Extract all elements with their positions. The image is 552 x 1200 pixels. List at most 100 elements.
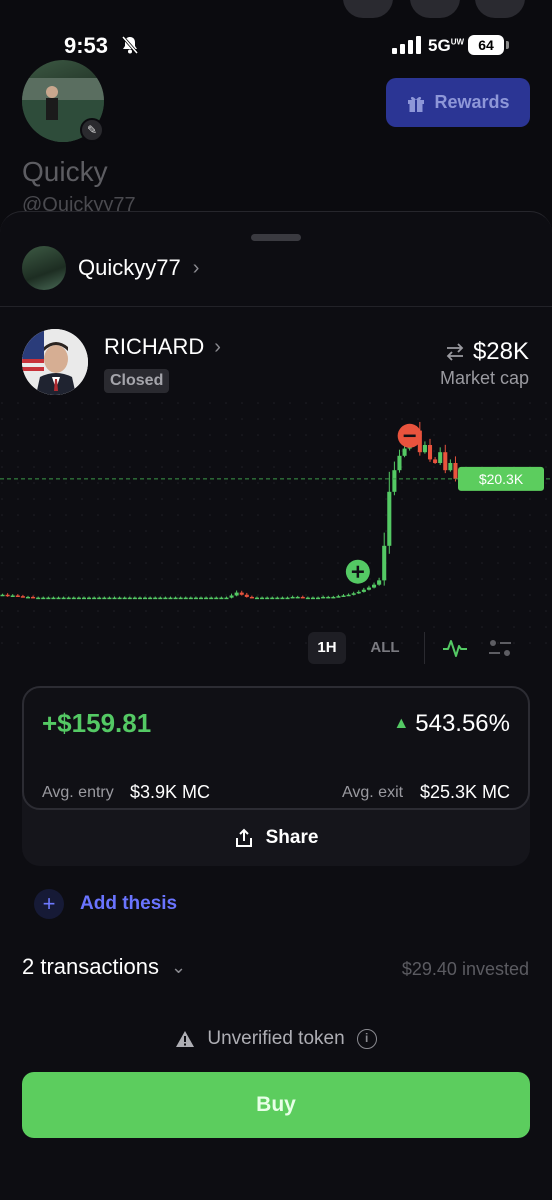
chevron-down-icon: ⌄	[170, 956, 187, 977]
rewards-button[interactable]: Rewards	[386, 78, 530, 127]
candle	[387, 491, 392, 546]
candle	[290, 596, 295, 599]
candle	[71, 597, 76, 600]
candle	[178, 597, 183, 600]
token-name: RICHARD	[104, 334, 205, 359]
candle	[356, 591, 361, 594]
candle	[422, 445, 427, 453]
buy-label: Buy	[256, 1093, 296, 1116]
edit-pencil-icon[interactable]: ✎	[80, 118, 104, 142]
position-sheet: Quickyy77 › RICHARD › Closed $28K Market…	[0, 211, 552, 1200]
candle	[56, 597, 61, 600]
share-button[interactable]: Share	[22, 816, 530, 860]
candle	[25, 596, 31, 599]
timeframe-bar: 1H ALL	[0, 632, 552, 672]
candle	[102, 597, 107, 600]
info-icon[interactable]: i	[356, 1029, 377, 1049]
candle	[305, 597, 310, 600]
candle	[163, 597, 168, 600]
candle	[285, 597, 290, 600]
add-thesis-button[interactable]: + Add thesis	[34, 889, 177, 919]
pnl-percent-row: ▲ 543.56%	[393, 710, 510, 738]
candle	[112, 597, 117, 600]
candle	[127, 597, 132, 600]
candle	[92, 597, 97, 600]
candle	[280, 597, 285, 600]
candle	[321, 596, 326, 599]
candle	[341, 595, 346, 597]
candle	[260, 597, 265, 600]
top-action-button[interactable]	[343, 0, 393, 18]
pnl-percent: 543.56%	[415, 710, 510, 737]
candle	[117, 597, 122, 600]
token-image	[22, 329, 88, 395]
candle	[366, 587, 371, 590]
candle	[107, 597, 112, 600]
settings-toggle-icon[interactable]	[487, 636, 513, 660]
status-badge: Closed	[104, 369, 170, 393]
candle	[46, 597, 51, 600]
candle	[239, 592, 244, 595]
timeframe-all[interactable]: ALL	[364, 632, 406, 664]
token-avatar[interactable]	[22, 329, 88, 395]
bell-muted-icon	[121, 36, 139, 54]
candle	[249, 596, 254, 599]
candle	[336, 596, 341, 598]
candle	[66, 597, 71, 600]
candle	[173, 597, 178, 600]
price-chart[interactable]: $20.3K	[0, 401, 552, 645]
line-chart-icon[interactable]	[442, 636, 468, 660]
pnl-amount: +$159.81	[42, 708, 152, 738]
battery-icon: 64	[468, 35, 509, 55]
top-action-bar	[0, 0, 552, 18]
plus-icon: +	[34, 889, 64, 919]
candle	[87, 597, 92, 600]
candle	[168, 597, 173, 600]
candle	[326, 596, 331, 599]
candle	[188, 597, 193, 600]
candle	[148, 597, 153, 600]
add-thesis-label: Add thesis	[80, 893, 178, 914]
unverified-label: Unverified token	[207, 1028, 345, 1049]
owner-avatar	[22, 246, 66, 290]
status-time: 9:53	[64, 33, 109, 58]
candle	[15, 595, 20, 597]
owner-row[interactable]: Quickyy77 ›	[22, 246, 199, 290]
candle	[265, 597, 270, 600]
divider	[424, 632, 425, 664]
candle	[61, 597, 66, 600]
timeframe-1h[interactable]: 1H	[308, 632, 346, 664]
candle	[254, 597, 260, 600]
candle	[0, 594, 5, 597]
candle	[300, 596, 305, 599]
candle	[397, 455, 402, 471]
unverified-token-row: Unverified token i	[0, 1028, 552, 1050]
market-cap-value: $28K	[472, 338, 529, 365]
buy-button[interactable]: Buy	[22, 1072, 530, 1138]
candle	[31, 596, 36, 599]
candle	[193, 597, 198, 600]
chevron-right-icon: ›	[214, 335, 221, 358]
share-icon	[235, 828, 252, 847]
top-action-button[interactable]	[475, 0, 525, 18]
candle	[10, 595, 15, 597]
candle	[132, 597, 137, 600]
candle	[310, 597, 316, 600]
market-cap-value-row: $28K	[445, 338, 529, 366]
candle	[36, 597, 41, 600]
sheet-drag-handle[interactable]	[251, 234, 301, 241]
top-action-button[interactable]	[410, 0, 460, 18]
candle	[438, 452, 443, 463]
candle	[427, 445, 433, 460]
token-title-row[interactable]: RICHARD ›	[104, 334, 221, 360]
candle	[142, 597, 148, 600]
candle	[224, 597, 229, 600]
candle	[377, 580, 382, 585]
transactions-toggle[interactable]: 2 transactions ⌄	[22, 954, 186, 980]
avg-exit-label: Avg. exit	[342, 784, 404, 801]
candle	[351, 593, 356, 595]
candle	[122, 597, 127, 600]
avg-entry-label: Avg. entry	[42, 784, 114, 801]
candle	[275, 597, 280, 600]
pnl-summary: +$159.81 ▲ 543.56% Avg. entry $3.9K MC A…	[22, 686, 530, 810]
